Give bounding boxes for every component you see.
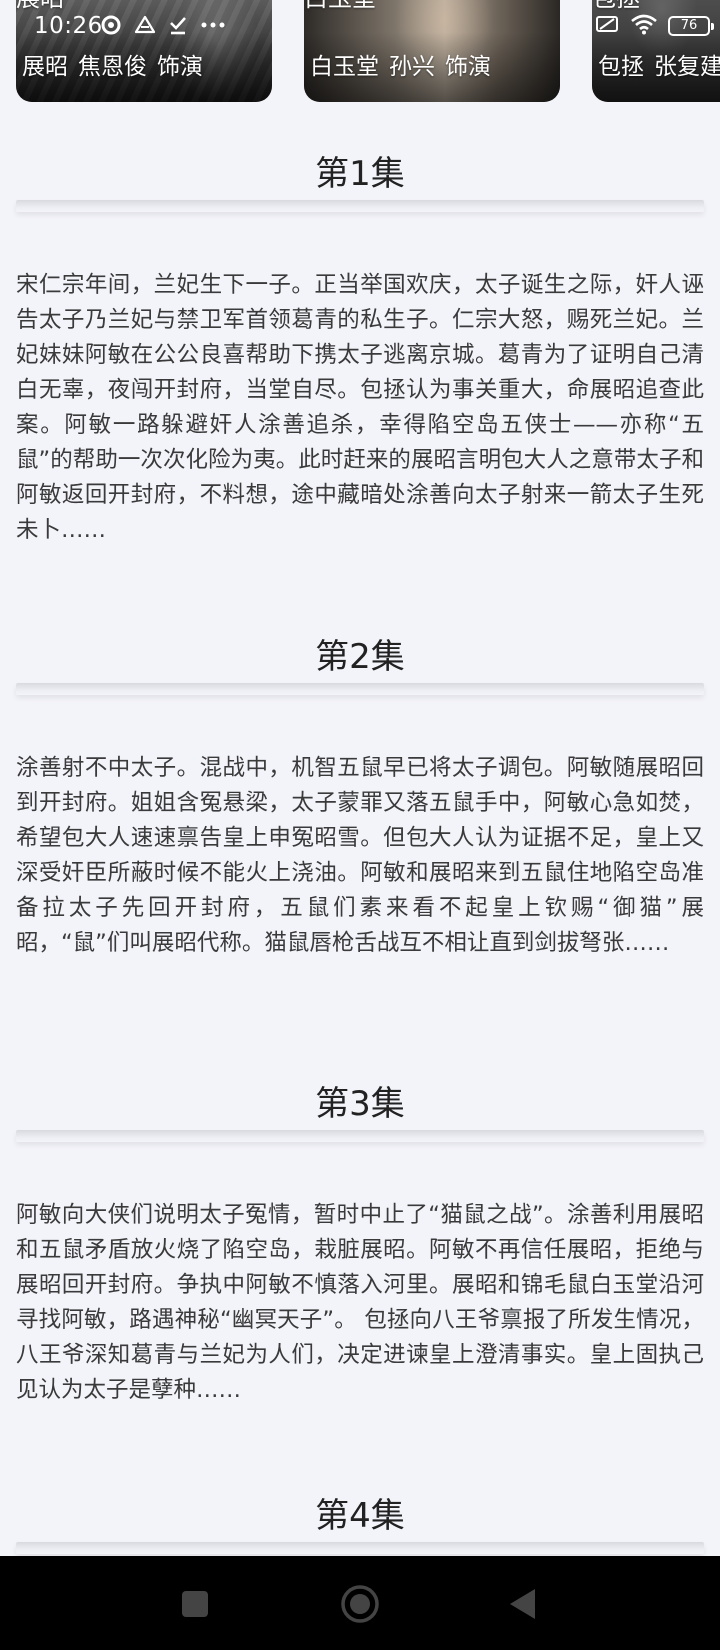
cast-role-name: 白玉堂 bbox=[304, 0, 376, 12]
cast-role: 白玉堂 bbox=[310, 54, 379, 80]
cast-card[interactable]: 白玉堂 白玉堂孙兴饰演 bbox=[304, 0, 560, 102]
triangle-back-icon bbox=[510, 1589, 535, 1619]
episode-item[interactable]: 第1集 宋仁宗年间，兰妃生下一子。正当举国欢庆，太子诞生之际，奸人诬告太子乃兰妃… bbox=[16, 152, 704, 548]
episode-title: 第3集 bbox=[315, 1084, 405, 1124]
cast-actor: 孙兴 bbox=[389, 54, 435, 80]
cast-credit: 包拯张复建饰演 bbox=[598, 52, 720, 82]
cast-role: 包拯 bbox=[598, 54, 644, 80]
episode-summary: 阿敏向大侠们说明太子冤情，暂时中止了“猫鼠之战”。涂善利用展昭和五鼠矛盾放火烧了… bbox=[16, 1202, 704, 1403]
back-button[interactable] bbox=[503, 1584, 543, 1624]
episode-divider bbox=[16, 1130, 704, 1142]
cast-actor: 张复建 bbox=[654, 54, 720, 80]
episode-item[interactable]: 第3集 阿敏向大侠们说明太子冤情，暂时中止了“猫鼠之战”。涂善利用展昭和五鼠矛盾… bbox=[16, 1082, 704, 1408]
cast-strip[interactable]: 展昭 展昭焦恩俊饰演 白玉堂 白玉堂孙兴饰演 包拯 包拯张复建饰演 bbox=[0, 0, 720, 104]
cast-card[interactable]: 展昭 展昭焦恩俊饰演 bbox=[16, 0, 272, 102]
episode-item[interactable]: 第2集 涂善射不中太子。混战中，机智五鼠早已将太子调包。阿敏随展昭回到开封府。姐… bbox=[16, 635, 704, 961]
cast-role: 展昭 bbox=[22, 54, 68, 80]
cast-suffix: 饰演 bbox=[445, 54, 491, 80]
home-button[interactable] bbox=[340, 1584, 380, 1624]
navigation-bar bbox=[0, 1556, 720, 1650]
episode-divider bbox=[16, 683, 704, 695]
cast-role-name: 展昭 bbox=[16, 0, 64, 12]
episode-item[interactable]: 第4集 bbox=[16, 1494, 704, 1554]
cast-credit: 展昭 焦恩俊 饰演 bbox=[22, 52, 203, 82]
cast-credit: 白玉堂 孙兴 饰演 bbox=[310, 52, 491, 82]
episode-title: 第2集 bbox=[315, 637, 405, 677]
cast-role-name: 包拯 bbox=[592, 0, 640, 12]
episode-divider bbox=[16, 1542, 704, 1554]
episode-title: 第4集 bbox=[315, 1496, 405, 1536]
episode-summary: 宋仁宗年间，兰妃生下一子。正当举国欢庆，太子诞生之际，奸人诬告太子乃兰妃与禁卫军… bbox=[16, 272, 704, 543]
recent-apps-button[interactable] bbox=[175, 1584, 215, 1624]
circle-icon bbox=[341, 1585, 379, 1623]
episode-title: 第1集 bbox=[315, 154, 405, 194]
episode-divider bbox=[16, 200, 704, 212]
cast-suffix: 饰演 bbox=[157, 54, 203, 80]
cast-actor: 焦恩俊 bbox=[78, 54, 147, 80]
square-icon bbox=[182, 1591, 208, 1617]
episode-summary: 涂善射不中太子。混战中，机智五鼠早已将太子调包。阿敏随展昭回到开封府。姐姐含冤悬… bbox=[16, 755, 704, 956]
cast-card[interactable]: 包拯 包拯张复建饰演 bbox=[592, 0, 720, 102]
